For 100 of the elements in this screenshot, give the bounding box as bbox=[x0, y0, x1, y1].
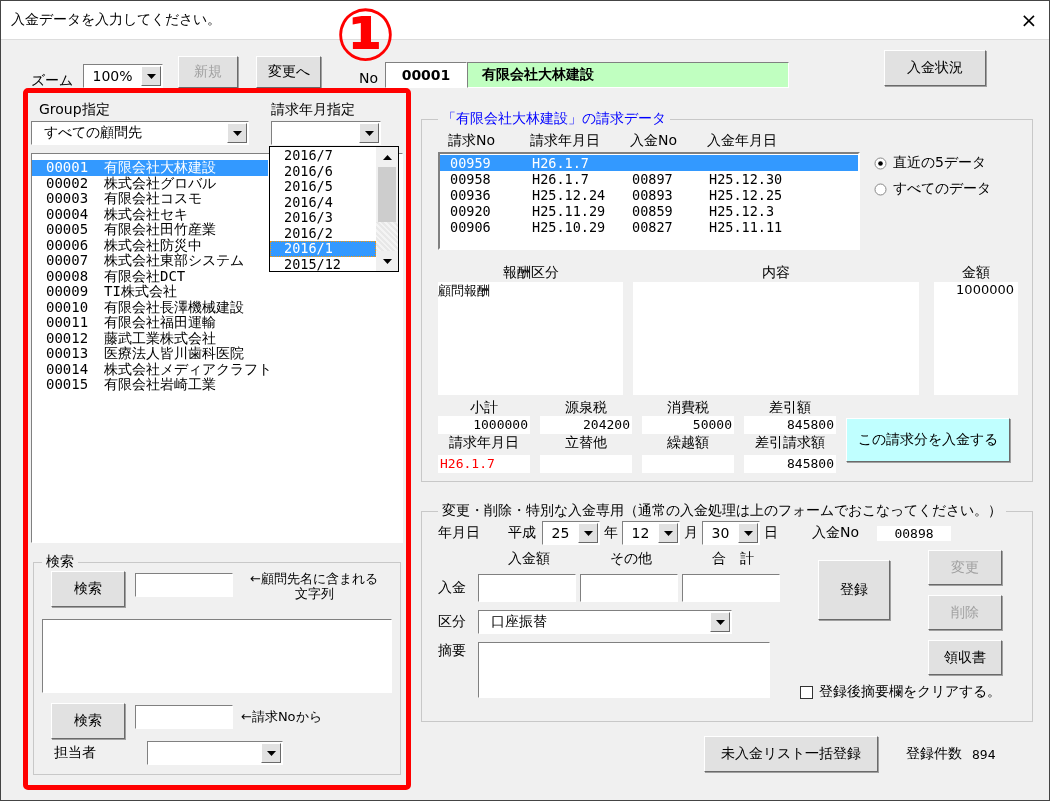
total-value: 50000 bbox=[642, 416, 734, 434]
change-button[interactable]: 変更へ bbox=[256, 56, 321, 88]
total-value: H26.1.7 bbox=[438, 455, 530, 473]
invoice-group-title: 「有限会社大林建設」の請求データ bbox=[441, 110, 667, 128]
bulk-register-button[interactable]: 未入金リスト一括登録 bbox=[704, 736, 878, 772]
column-header: その他 bbox=[609, 550, 653, 566]
caret-icon bbox=[364, 130, 374, 136]
scrollbar[interactable] bbox=[376, 147, 398, 271]
year-unit: 年 bbox=[604, 524, 618, 542]
other-amount-field[interactable] bbox=[580, 574, 678, 602]
month-label: 請求年月指定 bbox=[271, 101, 355, 119]
group-dropdown[interactable]: すべての顧問先 bbox=[31, 121, 249, 145]
payment-status-button[interactable]: 入金状況 bbox=[884, 50, 986, 86]
month-option[interactable]: 2015/12 bbox=[270, 256, 376, 272]
window-title: 入金データを入力してください。 bbox=[11, 11, 221, 29]
month-option[interactable]: 2016/3 bbox=[270, 210, 376, 226]
month-option[interactable]: 2016/6 bbox=[270, 163, 376, 179]
register-button[interactable]: 登録 bbox=[818, 560, 890, 620]
client-list-item[interactable]: 00015 有限会社岩崎工業 bbox=[32, 377, 268, 393]
total-label: 差引請求額 bbox=[754, 434, 826, 452]
total-value: 204200 bbox=[540, 416, 632, 434]
client-name-field: 有限会社大林建設 bbox=[467, 62, 789, 88]
total-amount-field[interactable] bbox=[682, 574, 780, 602]
payment-number-label: 入金No bbox=[812, 524, 860, 542]
search-button[interactable]: 検索 bbox=[51, 571, 125, 607]
total-label: 繰越額 bbox=[666, 434, 710, 452]
column-header: 金額 bbox=[961, 264, 991, 282]
close-button[interactable]: × bbox=[1009, 7, 1049, 33]
client-list-item[interactable]: 00007 株式会社東部システム bbox=[32, 253, 268, 269]
invoice-row[interactable]: 00920 H25.11.29 00859 H25.12.3 bbox=[440, 203, 858, 219]
record-count-value: 894 bbox=[972, 746, 996, 762]
scroll-up-icon[interactable] bbox=[382, 154, 392, 160]
invoice-row[interactable]: 00958 H26.1.7 00897 H25.12.30 bbox=[440, 171, 858, 187]
total-label: 差引額 bbox=[768, 399, 812, 416]
column-header: 請求No bbox=[448, 132, 497, 150]
group-label: Group指定 bbox=[38, 101, 111, 119]
payment-label: 入金 bbox=[438, 579, 467, 597]
checkbox-label[interactable]: 登録後摘要欄をクリアする。 bbox=[819, 683, 1001, 701]
category-label: 区分 bbox=[438, 613, 467, 631]
client-list-item[interactable]: 00010 有限会社長澤機械建設 bbox=[32, 299, 268, 315]
client-list-item[interactable]: 00003 有限会社コスモ bbox=[32, 191, 268, 207]
date-label: 年月日 bbox=[438, 524, 481, 542]
column-header: 請求年月日 bbox=[530, 132, 601, 150]
staff-label: 担当者 bbox=[53, 744, 97, 762]
action-button[interactable]: 領収書 bbox=[928, 640, 1002, 675]
month-option[interactable]: 2016/4 bbox=[270, 194, 376, 210]
day-dropdown[interactable]: 30 bbox=[702, 521, 760, 545]
total-value: 845800 bbox=[744, 455, 836, 473]
total-label: 請求年月日 bbox=[448, 434, 520, 452]
search-hint: ←顧問先名に含まれる文字列 bbox=[249, 571, 379, 601]
month-unit: 月 bbox=[684, 524, 698, 542]
search-button[interactable]: 検索 bbox=[51, 703, 125, 739]
column-header: 入金No bbox=[630, 132, 679, 150]
client-list-item[interactable]: 00014 株式会社メディアクラフト bbox=[32, 361, 268, 377]
total-value: 1000000 bbox=[438, 416, 530, 434]
day-unit: 日 bbox=[764, 524, 778, 542]
radio-label[interactable]: 直近の5データ bbox=[893, 154, 986, 172]
zoom-dropdown[interactable]: 100% bbox=[83, 64, 163, 88]
memo-label: 摘要 bbox=[438, 642, 467, 660]
year-dropdown[interactable]: 25 bbox=[542, 521, 600, 545]
special-payment-title: 変更・削除・特別な入金専用（通常の入金処理は上のフォームでおこなってください。） bbox=[441, 502, 1003, 520]
client-list-item[interactable]: 00008 有限会社DCT bbox=[32, 268, 268, 284]
caret-icon bbox=[583, 530, 593, 536]
payment-number-value: 00898 bbox=[877, 525, 952, 541]
scroll-down-icon[interactable] bbox=[382, 258, 392, 264]
caret-icon bbox=[663, 530, 673, 536]
search-hint: ←請求Noから bbox=[241, 709, 323, 724]
month-dropdown[interactable] bbox=[271, 121, 381, 145]
payment-amount-field[interactable] bbox=[478, 574, 576, 602]
month-option[interactable]: 2016/5 bbox=[270, 179, 376, 195]
staff-dropdown[interactable] bbox=[147, 741, 283, 765]
memo-field[interactable] bbox=[478, 642, 770, 698]
total-label: 立替他 bbox=[564, 434, 608, 452]
column-header: 内容 bbox=[761, 264, 791, 282]
total-label: 小計 bbox=[469, 399, 499, 416]
column-header: 入金額 bbox=[507, 550, 551, 566]
invoice-row[interactable]: 00906 H25.10.29 00827 H25.11.11 bbox=[440, 219, 858, 235]
client-list-item[interactable]: 00006 株式会社防災中 bbox=[32, 237, 268, 253]
client-list-item[interactable]: 00005 有限会社田竹産業 bbox=[32, 222, 268, 238]
client-list-item[interactable]: 00009 TI株式会社 bbox=[32, 284, 268, 300]
invoice-number-field[interactable] bbox=[135, 705, 233, 729]
month-dropdown[interactable]: 12 bbox=[622, 521, 680, 545]
invoice-row[interactable]: 00936 H25.12.24 00893 H25.12.25 bbox=[440, 187, 858, 203]
zoom-label: ズーム bbox=[31, 72, 74, 90]
column-header: 入金年月日 bbox=[707, 132, 778, 150]
month-option[interactable]: 2016/7 bbox=[270, 148, 376, 164]
client-list-item[interactable]: 00013 医療法人皆川歯科医院 bbox=[32, 346, 268, 362]
name-search-field[interactable] bbox=[135, 573, 233, 597]
client-list-item[interactable]: 00011 有限会社福田運輸 bbox=[32, 315, 268, 331]
radio-label[interactable]: すべてのデータ bbox=[893, 180, 991, 198]
month-option[interactable]: 2016/2 bbox=[270, 225, 376, 241]
client-list-item[interactable]: 00012 藤武工業株式会社 bbox=[32, 330, 268, 346]
record-payment-button[interactable]: この請求分を入金する bbox=[846, 418, 1010, 462]
client-list-item[interactable]: 00004 株式会社セキ bbox=[32, 206, 268, 222]
checkbox[interactable] bbox=[800, 685, 813, 699]
radio-button[interactable] bbox=[874, 156, 887, 170]
radio-button[interactable] bbox=[874, 182, 887, 196]
client-list-item[interactable]: 00002 株式会社グロバル bbox=[32, 175, 268, 191]
category-dropdown[interactable]: 口座振替 bbox=[478, 610, 732, 634]
category-box: 顧問報酬 bbox=[438, 282, 623, 395]
